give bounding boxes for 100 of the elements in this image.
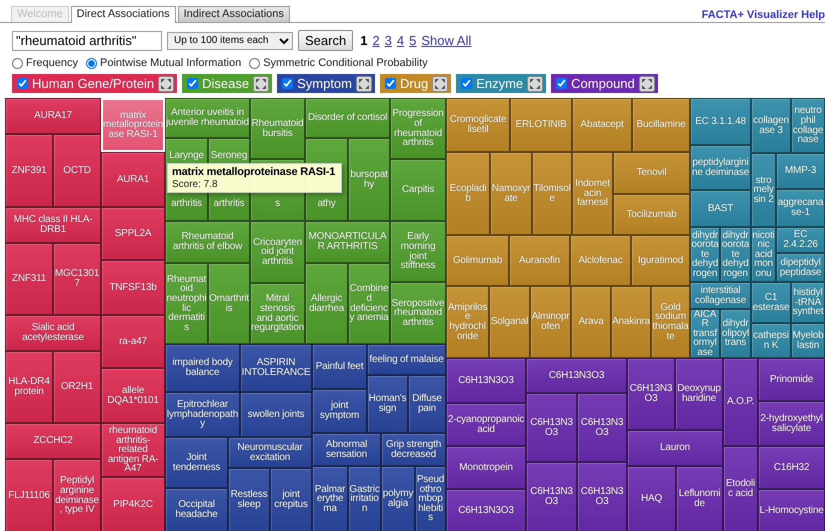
treemap-tile[interactable]: Arava bbox=[571, 286, 611, 358]
page-link[interactable]: 2 bbox=[372, 30, 380, 50]
treemap-tile[interactable]: Mitral stenosis and aortic regurgitation bbox=[250, 283, 305, 344]
treemap-tile[interactable]: collagenase 3 bbox=[751, 98, 791, 153]
radio-button[interactable] bbox=[86, 58, 97, 68]
treemap-tile[interactable]: PIP4K2C bbox=[101, 477, 165, 531]
treemap-tile[interactable]: Myeloblastin bbox=[791, 323, 825, 358]
treemap-tile[interactable]: Deoxynupharidine bbox=[675, 358, 723, 430]
treemap-tile[interactable]: Painful feet bbox=[312, 344, 367, 389]
treemap-tile[interactable]: C6H13N3O3 bbox=[526, 393, 577, 462]
treemap-tile[interactable]: HLA-DR4 protein bbox=[5, 351, 53, 423]
treemap-tile[interactable]: nicotinic acid mononu bbox=[751, 227, 776, 282]
treemap-tile[interactable]: 2-hydroxyethyl salicylate bbox=[758, 401, 825, 446]
limit-dropdown[interactable]: Up to 100 items each bbox=[167, 32, 293, 50]
treemap-tile[interactable]: AURA1 bbox=[101, 152, 165, 207]
treemap-tile[interactable]: dipeptidyl peptidase bbox=[776, 253, 825, 282]
treemap-tile[interactable]: Peptidyl arginine deiminase, type IV bbox=[53, 459, 101, 531]
expand-icon[interactable] bbox=[253, 76, 270, 92]
treemap-tile[interactable]: Occipital headache bbox=[165, 488, 228, 531]
treemap-tile[interactable]: Allergic diarrhea bbox=[305, 263, 348, 344]
treemap-tile[interactable]: Seropositive rheumatoid arthritis bbox=[390, 282, 446, 344]
page-link[interactable]: Show All bbox=[421, 30, 472, 50]
checkbox[interactable] bbox=[282, 78, 294, 89]
treemap-tile[interactable]: A.O.P. bbox=[723, 358, 758, 446]
treemap-tile[interactable]: C6H13N3O3 bbox=[446, 358, 526, 403]
treemap-tile[interactable]: ZNF391 bbox=[5, 134, 53, 207]
treemap-tile[interactable]: Joint tenderness bbox=[165, 437, 228, 488]
treemap-tile[interactable]: C6H13N3O3 bbox=[577, 462, 627, 531]
radio-button[interactable] bbox=[249, 58, 260, 68]
treemap-tile[interactable]: Amiprilose hydrochloride bbox=[446, 286, 489, 358]
tab[interactable]: Indirect Associations bbox=[178, 6, 290, 22]
treemap-tile[interactable]: OCTD bbox=[53, 134, 101, 207]
treemap-tile[interactable]: Leflunomide bbox=[676, 466, 723, 531]
treemap-tile[interactable]: Rheumatoid neutrophilic dermatitis bbox=[165, 263, 208, 344]
page-link[interactable]: 5 bbox=[409, 30, 416, 50]
treemap-tile[interactable]: Tocilizumab bbox=[613, 194, 690, 235]
treemap-tile[interactable]: Cromoglicate lisetil bbox=[446, 98, 510, 152]
treemap-tile[interactable]: feeling of malaise bbox=[367, 344, 446, 375]
treemap-tile[interactable]: Alclofenac bbox=[570, 235, 631, 286]
treemap-tile[interactable]: Diffuse pain bbox=[408, 375, 446, 433]
checkbox[interactable] bbox=[461, 78, 472, 89]
treemap-tile[interactable]: bursopathy bbox=[348, 138, 390, 221]
treemap-tile[interactable]: matrix metalloproteinase RASI-1 bbox=[101, 98, 165, 152]
treemap-tile[interactable]: Lauron bbox=[627, 430, 723, 466]
treemap-tile[interactable]: Prinomide bbox=[758, 358, 825, 401]
expand-icon[interactable] bbox=[356, 76, 372, 92]
treemap-tile[interactable]: cathepsin K bbox=[751, 323, 791, 358]
treemap-tile[interactable]: C6H13N3O3 bbox=[446, 489, 526, 531]
treemap-tile[interactable]: joint crepitus bbox=[270, 468, 312, 531]
radio-button[interactable] bbox=[12, 58, 23, 68]
treemap-tile[interactable]: Golimumab bbox=[446, 235, 509, 286]
treemap-tile[interactable]: Rheumatoid bursitis bbox=[250, 98, 305, 159]
treemap-tile[interactable]: MMP-3 bbox=[776, 153, 825, 189]
treemap-tile[interactable]: Ecopladib bbox=[446, 152, 490, 235]
treemap-tile[interactable]: neutrophil collagenase bbox=[791, 98, 825, 153]
treemap-tile[interactable]: TNFSF13b bbox=[101, 260, 165, 315]
treemap-tile[interactable]: Gastric irritation bbox=[348, 466, 381, 531]
expand-icon[interactable] bbox=[432, 76, 448, 92]
help-link[interactable]: FACTA+ Visualizer Help bbox=[702, 7, 825, 24]
checkbox[interactable] bbox=[385, 78, 396, 89]
treemap-tile[interactable]: ASPIRIN INTOLERANCE bbox=[240, 344, 312, 392]
treemap-tile[interactable]: Tilomisole bbox=[532, 152, 572, 235]
treemap-tile[interactable]: allele DQA1*0101 bbox=[101, 368, 165, 423]
checkbox[interactable] bbox=[556, 78, 568, 89]
treemap-tile[interactable]: Carpitis bbox=[390, 159, 446, 221]
treemap-tile[interactable]: OR2H1 bbox=[53, 351, 101, 423]
checkbox[interactable] bbox=[187, 78, 198, 89]
treemap-tile[interactable]: HAQ bbox=[627, 466, 676, 531]
treemap-tile[interactable]: MONOARTICULAR ARTHRITIS bbox=[305, 221, 390, 263]
treemap-tile[interactable]: EC 2.4.2.26 bbox=[776, 227, 825, 253]
treemap-tile[interactable]: MHC class II HLA-DRB1 bbox=[5, 207, 101, 243]
treemap-tile[interactable]: swollen joints bbox=[240, 392, 312, 437]
treemap-tile[interactable]: C1 esterase bbox=[751, 282, 791, 323]
tab[interactable]: Direct Associations bbox=[70, 6, 176, 23]
page-link[interactable]: 3 bbox=[384, 30, 392, 50]
treemap-tile[interactable]: BAST bbox=[690, 190, 751, 227]
treemap-tile[interactable]: Progression of rheumatoid arthritis bbox=[390, 98, 446, 159]
treemap-tile[interactable]: Namoxyrate bbox=[490, 152, 532, 235]
treemap-tile[interactable]: C6H13N3O3 bbox=[526, 462, 577, 531]
treemap-tile[interactable]: EC 3.1.1.48 bbox=[690, 98, 751, 145]
treemap-tile[interactable]: Palmar erythema bbox=[312, 466, 348, 531]
treemap-tile[interactable]: dihydroorotate dehydrogen bbox=[690, 227, 720, 282]
treemap-tile[interactable]: dihydroorotate dehydrogen bbox=[720, 227, 751, 282]
treemap-tile[interactable]: Tenovil bbox=[613, 152, 690, 194]
treemap-tile[interactable]: Neuromuscular excitation bbox=[228, 437, 312, 468]
treemap-tile[interactable]: AICAR transformylase bbox=[690, 309, 720, 358]
treemap-tile[interactable]: Combined deficiency anemia bbox=[348, 263, 390, 344]
expand-icon[interactable] bbox=[527, 76, 544, 92]
treemap-tile[interactable]: C16H32 bbox=[758, 446, 825, 489]
treemap-tile[interactable]: Bucillamine bbox=[632, 98, 690, 152]
treemap-tile[interactable]: Disorder of cortisol bbox=[305, 98, 390, 138]
treemap-tile[interactable]: C6H13N3O3 bbox=[526, 358, 627, 393]
treemap-tile[interactable]: peptidylarginine deiminase bbox=[690, 145, 751, 190]
expand-icon[interactable] bbox=[158, 76, 174, 92]
treemap-tile[interactable]: interstitial collagenase bbox=[690, 282, 751, 309]
treemap-tile[interactable]: Omarthritis bbox=[208, 263, 250, 344]
treemap-tile[interactable]: dihydrolipoyl trans bbox=[720, 309, 751, 358]
treemap-tile[interactable]: AURA17 bbox=[5, 98, 101, 134]
treemap-tile[interactable]: MGC13017 bbox=[53, 243, 101, 315]
treemap-tile[interactable]: 2-cyanopropanoic acid bbox=[446, 403, 526, 446]
